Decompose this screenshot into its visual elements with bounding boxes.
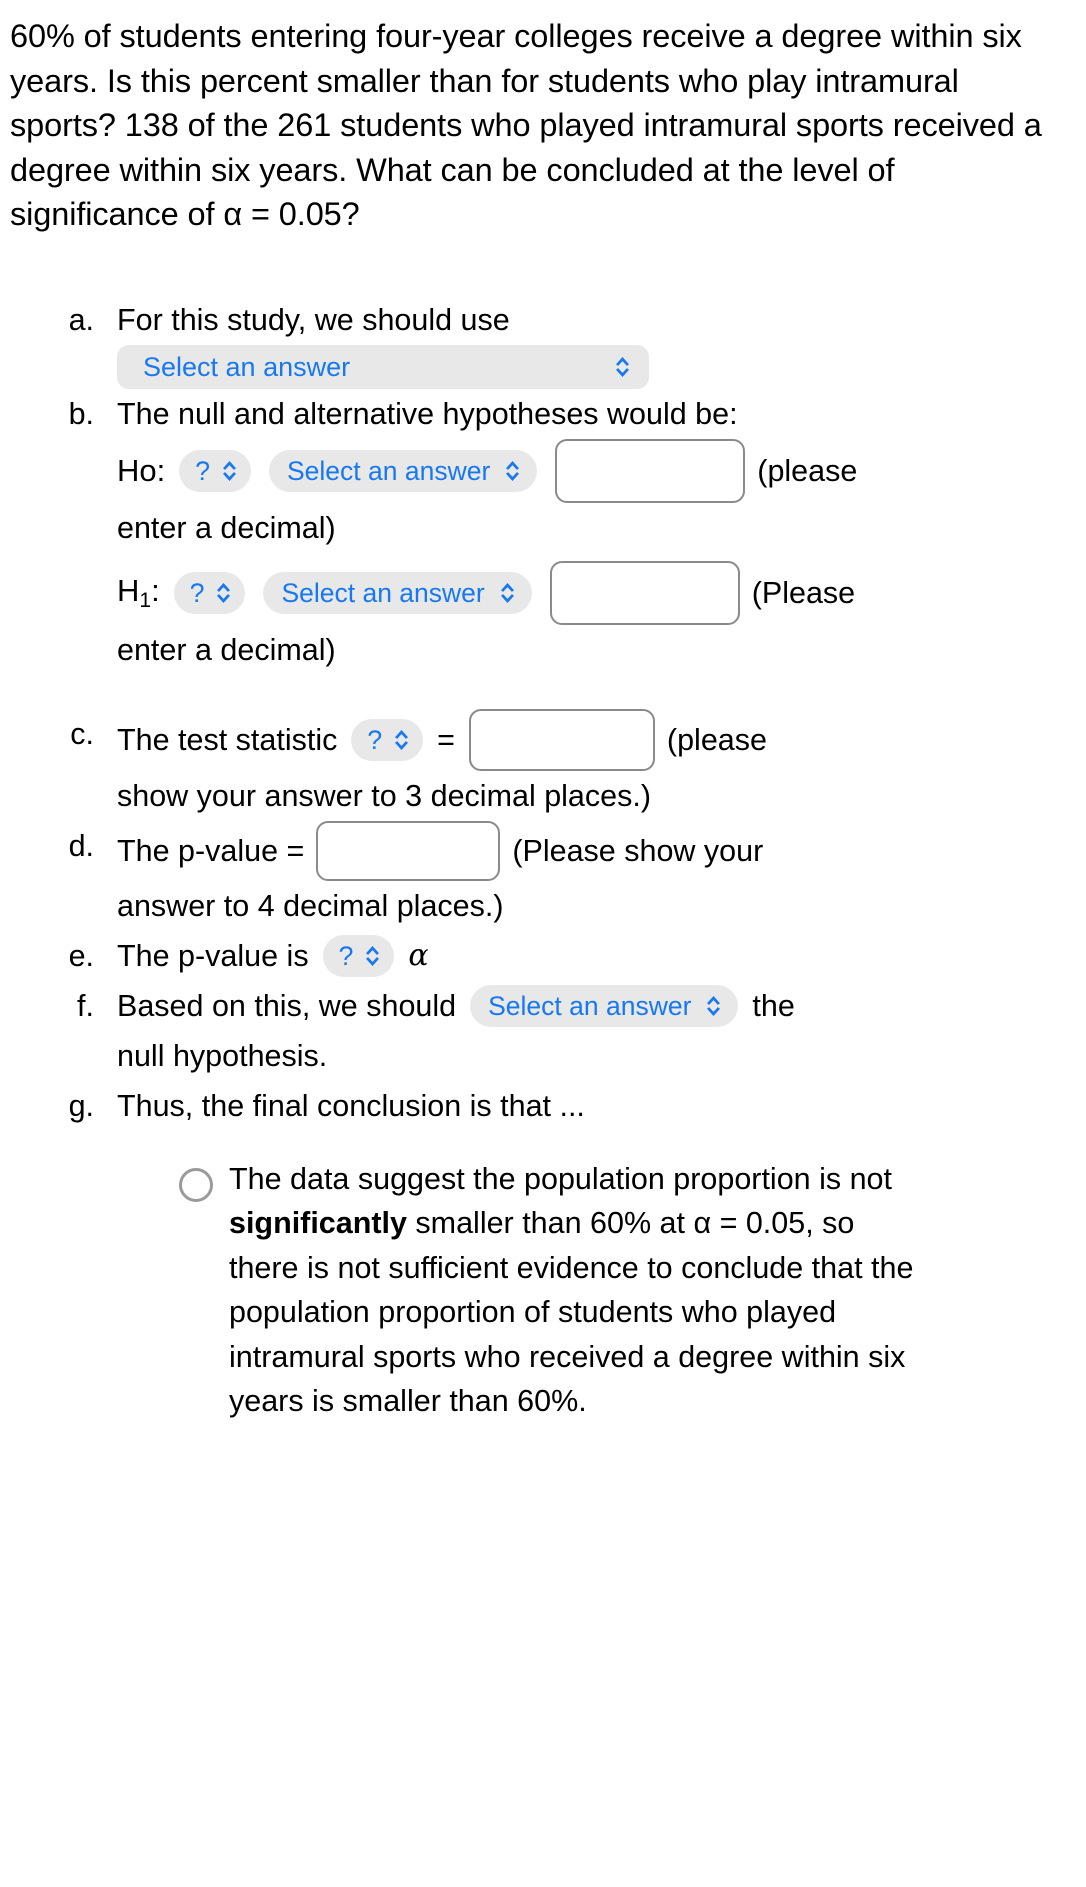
part-a: a. For this study, we should use Select … xyxy=(10,295,1068,389)
chevron-up-down-icon xyxy=(221,459,238,483)
test-statistic-equals: = xyxy=(437,722,455,757)
radio-button-icon[interactable] xyxy=(179,1167,213,1202)
null-hypothesis-hint-2: enter a decimal) xyxy=(117,510,336,545)
part-d-hint-1: (Please show your xyxy=(512,833,764,868)
part-c-marker: c. xyxy=(70,716,94,751)
part-f-trailing: the xyxy=(752,988,795,1023)
chevron-up-down-icon xyxy=(504,459,521,483)
part-c-hint-1: (please xyxy=(666,722,767,757)
part-f-text-line2: null hypothesis. xyxy=(117,1038,328,1073)
alpha-symbol: α xyxy=(408,937,429,973)
part-a-marker: a. xyxy=(68,302,94,337)
null-hypothesis-operator-value: Select an answer xyxy=(287,455,491,486)
decision-select-label: Select an answer xyxy=(488,990,692,1021)
alt-hypothesis-parameter-select[interactable]: ? xyxy=(173,571,246,614)
alt-hypothesis-operator-value: Select an answer xyxy=(281,577,485,608)
part-d-text: The p-value = xyxy=(117,833,305,868)
part-f-text: Based on this, we should xyxy=(117,988,457,1023)
parts-list: a. For this study, we should use Select … xyxy=(10,295,1068,1424)
alt-hypothesis-label: H1: xyxy=(117,572,160,612)
part-g: g. Thus, the final conclusion is that ..… xyxy=(10,1081,1068,1424)
part-g-marker: g. xyxy=(68,1088,94,1123)
null-hypothesis-operator-select[interactable]: Select an answer xyxy=(269,449,538,492)
null-hypothesis-hint-1: (please xyxy=(757,453,858,488)
part-d-marker: d. xyxy=(68,828,94,863)
part-f: f. Based on this, we should Select an an… xyxy=(10,981,1068,1081)
test-statistic-type-select[interactable]: ? xyxy=(351,718,424,761)
null-hypothesis-row: Ho: ? Select an answer (please xyxy=(117,438,1068,503)
problem-statement: 60% of students entering four-year colle… xyxy=(10,18,1042,232)
test-statistic-input[interactable] xyxy=(468,708,655,771)
alt-hypothesis-parameter-value: ? xyxy=(189,577,205,608)
part-g-text: Thus, the final conclusion is that ... xyxy=(117,1088,585,1123)
alt-hypothesis-hint-1: (Please xyxy=(751,575,856,610)
null-hypothesis-parameter-value: ? xyxy=(195,455,210,486)
part-e-marker: e. xyxy=(68,938,94,973)
study-type-select-label: Select an answer xyxy=(143,351,351,382)
part-a-text: For this study, we should use xyxy=(117,302,510,337)
alt-hypothesis-row: H1: ? Select an answer (Please xyxy=(117,560,1068,625)
alt-hypothesis-value-input[interactable] xyxy=(549,560,740,625)
null-hypothesis-value-input[interactable] xyxy=(555,438,746,503)
chevron-up-down-icon xyxy=(364,944,381,968)
part-e-row: The p-value is ? α xyxy=(117,931,1068,981)
conclusion-option-1-text: The data suggest the population proporti… xyxy=(229,1161,914,1419)
part-b-marker: b. xyxy=(68,396,94,431)
part-b: b. The null and alternative hypotheses w… xyxy=(10,389,1068,675)
p-value-input[interactable] xyxy=(316,820,501,881)
p-value-comparison-value: ? xyxy=(338,940,354,971)
chevron-up-down-icon xyxy=(705,994,722,1018)
null-hypothesis-parameter-select[interactable]: ? xyxy=(179,449,251,492)
null-hypothesis-label: Ho: xyxy=(117,452,166,488)
chevron-up-down-icon xyxy=(614,355,631,379)
part-b-text: The null and alternative hypotheses woul… xyxy=(117,396,738,431)
part-f-row: Based on this, we should Select an answe… xyxy=(117,981,1068,1031)
part-c-text: The test statistic xyxy=(117,722,338,757)
decision-select[interactable]: Select an answer xyxy=(470,984,739,1027)
part-c-row: The test statistic ? = (please xyxy=(117,708,1068,771)
conclusion-option-1[interactable]: The data suggest the population proporti… xyxy=(117,1157,1068,1424)
part-a-controls: Select an answer xyxy=(117,344,1068,389)
chevron-up-down-icon xyxy=(499,581,516,605)
alt-hypothesis-operator-select[interactable]: Select an answer xyxy=(263,571,532,614)
test-statistic-type-value: ? xyxy=(367,724,383,755)
part-e: e. The p-value is ? α xyxy=(10,931,1068,981)
part-c: c. The test statistic ? = (please show y… xyxy=(10,708,1068,821)
alt-hypothesis-hint-2: enter a decimal) xyxy=(117,632,336,667)
part-e-text: The p-value is xyxy=(117,938,309,973)
part-c-hint-2: show your answer to 3 decimal places.) xyxy=(117,778,651,813)
study-type-select[interactable]: Select an answer xyxy=(117,344,649,389)
part-f-marker: f. xyxy=(77,988,94,1023)
chevron-up-down-icon xyxy=(393,728,410,752)
p-value-comparison-select[interactable]: ? xyxy=(322,934,395,977)
part-d-hint-2: answer to 4 decimal places.) xyxy=(117,888,504,923)
chevron-up-down-icon xyxy=(215,581,232,605)
part-d-row: The p-value = (Please show your xyxy=(117,820,1068,881)
part-d: d. The p-value = (Please show your answe… xyxy=(10,820,1068,931)
worksheet-page: 60% of students entering four-year colle… xyxy=(0,0,1086,1434)
